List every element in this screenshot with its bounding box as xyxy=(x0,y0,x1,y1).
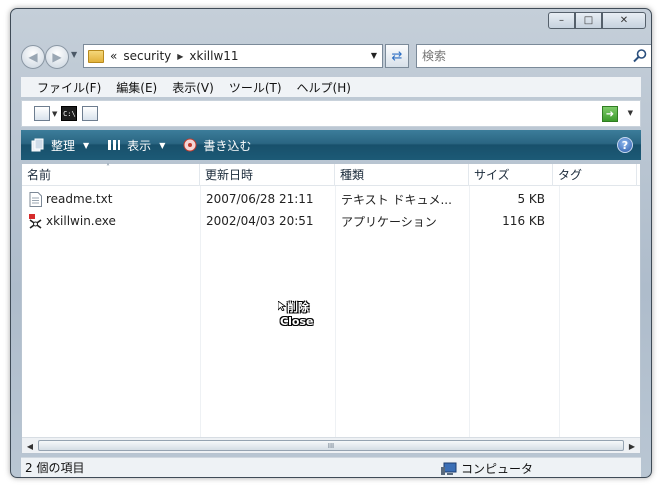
menu-file[interactable]: ファイル(F) xyxy=(37,79,101,96)
organize-button[interactable]: 整理 ▼ xyxy=(31,137,89,154)
file-type: テキスト ドキュメ... xyxy=(341,192,452,207)
computer-icon xyxy=(441,462,457,475)
burn-button[interactable]: 書き込む xyxy=(183,137,251,154)
xkill-cursor: 削除 Close xyxy=(278,301,320,329)
zone-label: コンピュータ xyxy=(461,462,534,476)
views-button[interactable]: 表示 ▼ xyxy=(107,137,165,154)
navigation-row: ◀ ▶ ▼ « security ▶ xkillw11 ▼ ⇄ xyxy=(21,44,651,70)
refresh-button[interactable]: ⇄ xyxy=(385,44,409,68)
copy-dropdown-icon[interactable]: ▼ xyxy=(52,110,57,118)
burn-label: 書き込む xyxy=(203,138,252,153)
breadcrumb-chevron-icon[interactable]: ▶ xyxy=(177,52,183,61)
burn-disc-icon xyxy=(183,138,197,152)
cursor-arrow-icon xyxy=(278,301,286,311)
menu-help[interactable]: ヘルプ(H) xyxy=(297,79,351,96)
quick-toolbar: ▼ C:\ ➜ ▼ xyxy=(21,100,641,127)
file-size: 116 KB xyxy=(502,214,545,228)
scroll-left-icon[interactable]: ◀ xyxy=(24,440,36,452)
file-list: 名前 ˄ 更新日時 種類 サイズ タグ readme.txt 2007/06/2… xyxy=(21,163,641,454)
organize-icon xyxy=(31,138,44,152)
forward-arrow-icon: ▶ xyxy=(52,50,62,64)
menu-bar: ファイル(F) 編集(E) 表示(V) ツール(T) ヘルプ(H) xyxy=(21,77,641,97)
close-button[interactable]: ✕ xyxy=(602,12,646,29)
search-icon[interactable] xyxy=(632,48,648,64)
text-file-icon xyxy=(29,191,42,207)
file-date: 2007/06/28 21:11 xyxy=(206,192,314,206)
caption-buttons: – □ ✕ xyxy=(548,12,646,29)
status-bar: 2 個の項目 コンピュータ xyxy=(21,457,641,477)
explorer-window: – □ ✕ ◀ ▶ ▼ « security ▶ xkillw11 ▼ ⇄ 検索… xyxy=(10,8,652,478)
window-icon[interactable] xyxy=(82,106,99,121)
help-icon[interactable]: ? xyxy=(617,137,633,153)
address-bar[interactable]: « security ▶ xkillw11 ▼ xyxy=(83,44,383,68)
scrollbar-thumb[interactable]: III xyxy=(38,440,624,451)
column-header: 名前 ˄ 更新日時 種類 サイズ タグ xyxy=(22,163,640,186)
breadcrumb-security[interactable]: security xyxy=(123,49,171,63)
scrollbar-grip: III xyxy=(327,441,335,450)
command-bar: 整理 ▼ 表示 ▼ 書き込む ? xyxy=(21,130,641,160)
column-name-label: 名前 xyxy=(27,168,52,182)
column-tags-label: タグ xyxy=(558,168,583,182)
cursor-label-close: Close xyxy=(280,315,314,328)
column-size-label: サイズ xyxy=(474,168,510,182)
breadcrumb-xkillw11[interactable]: xkillw11 xyxy=(189,49,238,63)
address-dropdown-icon[interactable]: ▼ xyxy=(371,51,377,60)
column-type[interactable]: 種類 xyxy=(335,164,469,186)
back-arrow-icon: ◀ xyxy=(28,50,38,64)
maximize-button[interactable]: □ xyxy=(575,12,602,29)
refresh-icon: ⇄ xyxy=(391,48,403,64)
search-input[interactable] xyxy=(422,49,622,63)
column-size[interactable]: サイズ xyxy=(469,164,553,186)
menu-edit[interactable]: 編集(E) xyxy=(116,79,157,96)
command-prompt-icon[interactable]: C:\ xyxy=(61,106,78,121)
column-type-label: 種類 xyxy=(340,168,365,182)
minimize-button[interactable]: – xyxy=(548,12,575,29)
column-date-label: 更新日時 xyxy=(205,168,254,182)
views-icon xyxy=(108,140,121,150)
scroll-right-icon[interactable]: ▶ xyxy=(626,440,638,452)
breadcrumb-overflow[interactable]: « xyxy=(110,49,117,63)
back-button[interactable]: ◀ xyxy=(21,45,45,69)
cursor-label-delete: 削除 xyxy=(287,301,309,314)
file-name: readme.txt xyxy=(46,192,113,206)
file-name: xkillwin.exe xyxy=(46,214,116,228)
horizontal-scrollbar[interactable]: ◀ III ▶ xyxy=(22,437,640,453)
column-date[interactable]: 更新日時 xyxy=(200,164,335,186)
go-arrow-icon[interactable]: ➜ xyxy=(602,106,618,122)
title-bar: – □ ✕ xyxy=(11,9,651,39)
views-label: 表示 xyxy=(127,138,152,153)
file-rows: readme.txt 2007/06/28 21:11 テキスト ドキュメ...… xyxy=(22,188,640,232)
file-row[interactable]: readme.txt 2007/06/28 21:11 テキスト ドキュメ...… xyxy=(22,188,640,210)
xkill-app-icon xyxy=(29,213,42,229)
organize-dropdown-icon: ▼ xyxy=(83,140,90,150)
copy-icon[interactable] xyxy=(34,106,50,121)
forward-button[interactable]: ▶ xyxy=(45,45,69,69)
go-dropdown-icon[interactable]: ▼ xyxy=(628,109,633,117)
file-type: アプリケーション xyxy=(341,214,437,229)
item-count: 2 個の項目 xyxy=(25,461,85,475)
file-row[interactable]: xkillwin.exe 2002/04/03 20:51 アプリケーション 1… xyxy=(22,210,640,232)
search-box[interactable] xyxy=(416,44,651,68)
file-date: 2002/04/03 20:51 xyxy=(206,214,314,228)
column-name[interactable]: 名前 ˄ xyxy=(22,163,200,186)
organize-label: 整理 xyxy=(51,138,76,153)
column-tags[interactable]: タグ xyxy=(553,164,637,186)
menu-view[interactable]: 表示(V) xyxy=(172,79,214,96)
file-size: 5 KB xyxy=(517,192,545,206)
recent-pages-dropdown-icon[interactable]: ▼ xyxy=(71,50,77,59)
views-dropdown-icon: ▼ xyxy=(159,140,166,150)
folder-icon xyxy=(88,49,104,63)
menu-tools[interactable]: ツール(T) xyxy=(229,79,282,96)
zone-indicator: コンピュータ xyxy=(441,460,533,477)
sort-ascending-icon: ˄ xyxy=(106,163,110,172)
